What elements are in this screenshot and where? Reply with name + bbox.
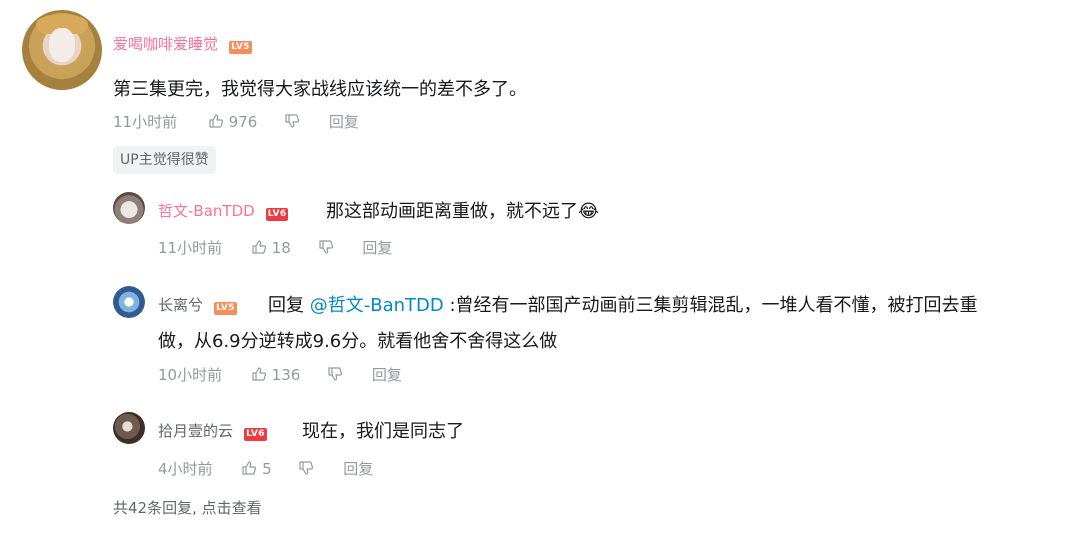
comment-text: 第三集更完，我觉得大家战线应该统一的差不多了。	[113, 79, 527, 100]
avatar-face-shape	[49, 28, 75, 62]
like-button[interactable]: 5	[241, 460, 276, 478]
level-badge: LV6	[244, 428, 267, 441]
reply-text-line-1: 回复 @哲文-BanTDD :曾经有一部国产动画前三集剪辑混乱，一堆人看不懂，被…	[268, 291, 978, 317]
comment-meta: 11小时前 976 回复	[113, 111, 359, 132]
username[interactable]: 爱喝咖啡爱睡觉	[113, 35, 218, 53]
reply-username[interactable]: 拾月壹的云	[158, 422, 233, 440]
reply-avatar[interactable]	[113, 192, 145, 224]
dislike-button[interactable]	[298, 460, 319, 478]
reply-username[interactable]: 长离兮	[158, 296, 203, 314]
reply-time: 4小时前	[158, 460, 213, 478]
like-button[interactable]: 136	[251, 366, 305, 384]
reply-meta: 10小时前 136 回复	[158, 364, 402, 385]
like-button[interactable]: 18	[251, 239, 296, 257]
mention-link[interactable]: @哲文-BanTDD	[310, 295, 444, 316]
reply-button[interactable]: 回复	[329, 113, 359, 131]
reply-button[interactable]: 回复	[372, 366, 402, 384]
reply-button[interactable]: 回复	[362, 239, 392, 257]
dislike-button[interactable]	[284, 113, 305, 131]
like-count: 136	[271, 366, 301, 384]
reply-meta: 11小时前 18 回复	[158, 237, 392, 258]
reply-avatar[interactable]	[113, 286, 145, 318]
reply-meta: 4小时前 5 回复	[158, 458, 373, 479]
thumbs-up-icon	[252, 367, 266, 381]
level-badge: LV5	[214, 302, 237, 315]
dislike-button[interactable]	[318, 239, 339, 257]
reply-avatar[interactable]	[113, 412, 145, 444]
reply-text: 那这部动画距离重做，就不远了😂	[326, 201, 600, 222]
thumbs-down-icon	[318, 240, 333, 254]
reply-text: :曾经有一部国产动画前三集剪辑混乱，一堆人看不懂，被打回去重	[449, 295, 978, 316]
reply-text: 现在，我们是同志了	[302, 421, 464, 442]
thumbs-up-icon	[242, 461, 257, 475]
thumbs-down-icon	[299, 461, 314, 475]
thumbs-down-icon	[328, 367, 343, 381]
user-avatar[interactable]	[22, 10, 102, 90]
comment-header: 爱喝咖啡爱睡觉 LV5	[113, 33, 252, 54]
level-badge: LV5	[229, 41, 252, 54]
level-badge: LV6	[265, 208, 289, 221]
thumbs-up-icon	[252, 240, 266, 254]
reply-username[interactable]: 哲文-BanTDD	[158, 202, 255, 220]
reply-time: 11小时前	[158, 239, 223, 257]
like-button[interactable]: 976	[208, 113, 262, 131]
thumbs-down-icon	[285, 114, 300, 128]
like-count: 18	[271, 239, 291, 257]
dislike-button[interactable]	[327, 366, 348, 384]
thumbs-up-icon	[209, 114, 223, 128]
view-more-replies-link[interactable]: 共42条回复, 点击查看	[113, 497, 262, 518]
reply-header: 长离兮 LV5	[158, 294, 237, 315]
reply-text-line-2: 做，从6.9分逆转成9.6分。就看他舍不舍得这么做	[158, 331, 558, 352]
reply-header: 哲文-BanTDD LV6	[158, 200, 289, 221]
reply-header: 拾月壹的云 LV6	[158, 420, 267, 441]
up-liked-tag: UP主觉得很赞	[113, 146, 216, 174]
like-count: 976	[228, 113, 258, 131]
reply-button[interactable]: 回复	[343, 460, 373, 478]
comment-time: 11小时前	[113, 113, 178, 131]
reply-time: 10小时前	[158, 366, 223, 384]
like-count: 5	[262, 460, 272, 478]
reply-prefix: 回复	[268, 295, 304, 316]
